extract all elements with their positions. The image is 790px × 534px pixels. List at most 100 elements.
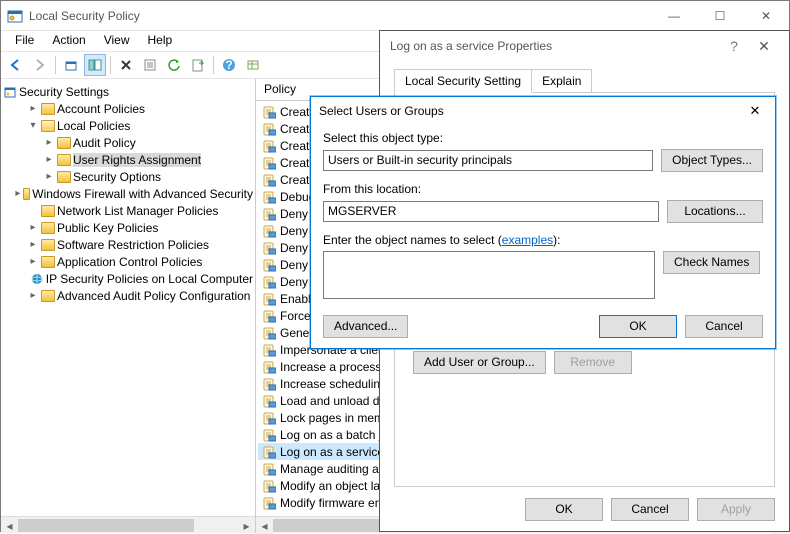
- forward-button[interactable]: [29, 54, 51, 76]
- select-title: Select Users or Groups: [319, 104, 743, 118]
- tree-twisty[interactable]: [27, 205, 39, 216]
- tree-item[interactable]: IP Security Policies on Local Computer: [3, 270, 253, 287]
- tree-item-label: Security Options: [73, 170, 161, 184]
- tree-hscrollbar[interactable]: ◂ ▸: [1, 516, 255, 533]
- tree-item[interactable]: ▸ Public Key Policies: [3, 219, 253, 236]
- menu-help[interactable]: Help: [140, 31, 181, 51]
- from-location-label: From this location:: [323, 182, 763, 196]
- object-names-label-1: Enter the object names to select (: [323, 233, 502, 247]
- tree-item[interactable]: ▸Application Control Policies: [3, 253, 253, 270]
- tree-item[interactable]: ▸ Advanced Audit Policy Configuration: [3, 287, 253, 304]
- policy-label: Log on as a service: [280, 445, 384, 459]
- properties-button[interactable]: [139, 54, 161, 76]
- folder-icon: [41, 222, 55, 234]
- folder-icon: [41, 120, 55, 132]
- tree-item[interactable]: Network List Manager Policies: [3, 202, 253, 219]
- delete-button[interactable]: [115, 54, 137, 76]
- properties-apply-button[interactable]: Apply: [697, 498, 775, 521]
- view-button[interactable]: [242, 54, 264, 76]
- title-bar: Local Security Policy — ☐ ✕: [1, 1, 789, 31]
- help-button[interactable]: ?: [218, 54, 240, 76]
- tree-item[interactable]: ▸Windows Firewall with Advanced Security: [3, 185, 253, 202]
- locations-button[interactable]: Locations...: [667, 200, 763, 223]
- tree-item[interactable]: ▸ Account Policies: [3, 100, 253, 117]
- tree-twisty[interactable]: ▸: [15, 188, 21, 199]
- close-button[interactable]: ✕: [743, 1, 789, 31]
- back-button[interactable]: [5, 54, 27, 76]
- tree-item[interactable]: ▸ User Rights Assignment: [3, 151, 253, 168]
- tree-root[interactable]: Security Settings: [19, 85, 109, 99]
- policy-icon: [262, 190, 276, 204]
- properties-close-button[interactable]: ✕: [749, 38, 779, 55]
- properties-titlebar: Log on as a service Properties ? ✕: [380, 31, 789, 61]
- select-ok-button[interactable]: OK: [599, 315, 677, 338]
- export-button[interactable]: [187, 54, 209, 76]
- up-button[interactable]: [60, 54, 82, 76]
- policy-label: Log on as a batch job: [280, 428, 395, 442]
- tree-item[interactable]: ▸ Audit Policy: [3, 134, 253, 151]
- object-type-field: Users or Built-in security principals: [323, 150, 653, 171]
- properties-cancel-button[interactable]: Cancel: [611, 498, 689, 521]
- policy-icon: [262, 105, 276, 119]
- advanced-button[interactable]: Advanced...: [323, 315, 408, 338]
- menu-file[interactable]: File: [7, 31, 42, 51]
- tree-twisty[interactable]: ▸: [27, 103, 39, 114]
- tree-item-label: Local Policies: [57, 119, 130, 133]
- ipsec-icon: [30, 272, 44, 286]
- maximize-button[interactable]: ☐: [697, 1, 743, 31]
- tree-twisty[interactable]: ▸: [27, 290, 39, 301]
- properties-help-button[interactable]: ?: [719, 38, 749, 54]
- object-names-input[interactable]: [323, 251, 655, 299]
- tree-twisty[interactable]: [20, 273, 28, 284]
- policy-icon: [262, 156, 276, 170]
- properties-ok-button[interactable]: OK: [525, 498, 603, 521]
- remove-button[interactable]: Remove: [554, 351, 632, 374]
- policy-icon: [262, 224, 276, 238]
- tree-item-label: Public Key Policies: [57, 221, 158, 235]
- tree-twisty[interactable]: ▸: [43, 154, 55, 165]
- folder-icon: [57, 171, 71, 183]
- add-user-or-group-button[interactable]: Add User or Group...: [413, 351, 546, 374]
- tree-twisty[interactable]: ▸: [43, 137, 55, 148]
- tree-item-label: IP Security Policies on Local Computer: [46, 272, 253, 286]
- tree-item-label: User Rights Assignment: [73, 153, 201, 167]
- tree-item-label: Software Restriction Policies: [57, 238, 209, 252]
- tree-item-label: Advanced Audit Policy Configuration: [57, 289, 250, 303]
- refresh-button[interactable]: [163, 54, 185, 76]
- tree-item[interactable]: ▸ Security Options: [3, 168, 253, 185]
- tree-twisty[interactable]: ▸: [43, 171, 55, 182]
- minimize-button[interactable]: —: [651, 1, 697, 31]
- menu-action[interactable]: Action: [44, 31, 93, 51]
- policy-icon: [262, 122, 276, 136]
- tree-twisty[interactable]: ▸: [27, 222, 39, 233]
- tree-item[interactable]: ▾ Local Policies: [3, 117, 253, 134]
- select-close-button[interactable]: ✕: [743, 103, 767, 119]
- tab-local-security-setting[interactable]: Local Security Setting: [394, 69, 532, 93]
- folder-icon: [41, 205, 55, 217]
- folder-icon: [57, 154, 71, 166]
- show-hide-tree-button[interactable]: [84, 54, 106, 76]
- properties-tabs: Local Security Setting Explain: [380, 61, 789, 93]
- tree-twisty[interactable]: ▸: [27, 239, 39, 250]
- from-location-field: MGSERVER: [323, 201, 659, 222]
- policy-icon: [262, 258, 276, 272]
- policy-icon: [262, 275, 276, 289]
- security-settings-icon: [3, 85, 17, 99]
- examples-link[interactable]: examples: [502, 233, 553, 247]
- tree-twisty[interactable]: ▸: [27, 256, 39, 267]
- tree-item-label: Account Policies: [57, 102, 145, 116]
- folder-icon: [57, 137, 71, 149]
- tree-item-label: Audit Policy: [73, 136, 136, 150]
- tree-pane: Security Settings ▸ Account Policies ▾ Local…: [1, 79, 256, 533]
- tree-twisty[interactable]: ▾: [27, 120, 39, 131]
- select-cancel-button[interactable]: Cancel: [685, 315, 763, 338]
- tree-item[interactable]: ▸ Software Restriction Policies: [3, 236, 253, 253]
- policy-icon: [262, 462, 276, 476]
- check-names-button[interactable]: Check Names: [663, 251, 760, 274]
- tab-explain[interactable]: Explain: [531, 69, 592, 93]
- policy-icon: [262, 377, 276, 391]
- menu-view[interactable]: View: [96, 31, 138, 51]
- policy-icon: [262, 139, 276, 153]
- object-types-button[interactable]: Object Types...: [661, 149, 763, 172]
- policy-icon: [262, 428, 276, 442]
